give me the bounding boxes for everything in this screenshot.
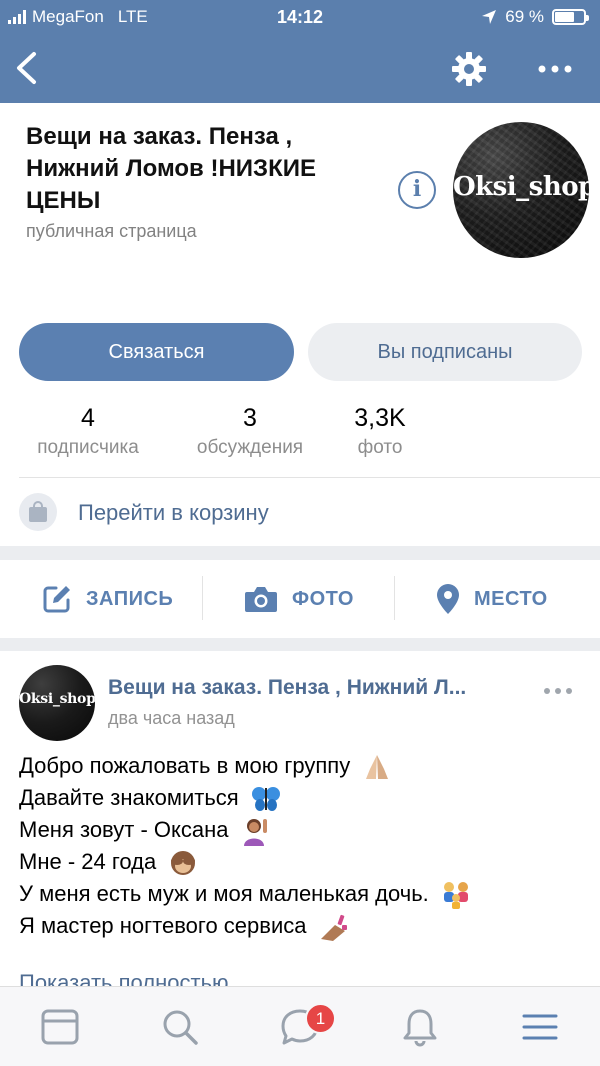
action-label: ФОТО: [292, 587, 354, 610]
community-type: публичная страница: [26, 221, 197, 241]
post-line: Меня зовут - Оксана: [19, 814, 579, 847]
contact-button[interactable]: Связаться: [19, 323, 294, 381]
location-arrow-icon: [482, 10, 497, 24]
counter-label: фото: [357, 437, 403, 458]
post-line-text: У меня есть муж и моя маленькая дочь.: [19, 881, 429, 907]
shopping-bag-icon: [29, 501, 47, 522]
battery-icon: [552, 9, 589, 25]
gear-icon[interactable]: [448, 48, 490, 90]
divider: [202, 576, 203, 620]
section-gap: [0, 546, 600, 560]
info-icon[interactable]: i: [398, 171, 436, 209]
subscribed-button[interactable]: Вы подписаны: [308, 323, 582, 381]
new-post-button[interactable]: ЗАПИСЬ: [42, 560, 173, 638]
add-place-button[interactable]: МЕСТО: [436, 560, 548, 638]
community-avatar[interactable]: Oksi_shop: [453, 122, 589, 258]
divider: [19, 477, 600, 478]
notifications-icon[interactable]: [398, 1005, 442, 1049]
post-author-name[interactable]: Вещи на заказ. Пенза , Нижний Л...: [108, 676, 528, 700]
top-header: MegaFon LTE 14:12 69 %: [0, 0, 600, 103]
action-label: МЕСТО: [474, 587, 548, 610]
post-line: Добро пожаловать в мою группу: [19, 750, 579, 782]
counter-subscribers[interactable]: 4 подписчика: [24, 403, 152, 463]
add-photo-button[interactable]: ФОТО: [244, 560, 354, 638]
tab-bar: [0, 986, 600, 1066]
counter-value: 3: [243, 404, 257, 432]
post-text: Добро пожаловать в мою группу Давайте зн…: [19, 750, 579, 943]
cart-label: Перейти в корзину: [78, 500, 269, 525]
battery-fill: [555, 12, 575, 22]
counter-label: обсуждения: [196, 437, 304, 458]
nav-bar: [0, 34, 600, 103]
action-label: ЗАПИСЬ: [86, 587, 174, 610]
camera-icon: [245, 587, 277, 612]
post-author-avatar[interactable]: Oksi_shop: [19, 665, 95, 741]
divider: [394, 576, 395, 620]
battery-percent: 69 %: [505, 7, 544, 26]
counter-value: 3,3K: [354, 404, 406, 432]
more-horizontal-icon[interactable]: [532, 48, 578, 90]
status-bar: MegaFon LTE 14:12 69 %: [0, 0, 600, 34]
post-line-text: Мне - 24 года: [19, 849, 157, 875]
edit-icon: [43, 586, 70, 613]
woman-raising-hand-icon: [243, 819, 267, 847]
post-actions-bar: ЗАПИСЬ ФОТО МЕСТО: [0, 560, 600, 638]
post-line: У меня есть муж и моя маленькая дочь.: [19, 878, 579, 910]
avatar-logo-text: Oksi_shop: [453, 172, 589, 202]
post-line-text: Меня зовут - Оксана: [19, 817, 229, 842]
chevron-left-icon[interactable]: [8, 46, 48, 90]
post-line: Я мастер ногтевого сервиса: [19, 910, 579, 942]
post-line-text: Я мастер ногтевого сервиса: [19, 913, 307, 939]
more-horizontal-icon[interactable]: [542, 682, 574, 700]
news-icon[interactable]: [38, 1005, 82, 1049]
post-line: Давайте знакомиться: [19, 782, 579, 814]
family-icon: [443, 882, 468, 910]
counter-discussions[interactable]: 3 обсуждения: [183, 403, 317, 463]
battery-group: 69 %: [481, 7, 589, 27]
counter-value: 4: [81, 404, 95, 432]
counter-label: подписчика: [37, 437, 139, 458]
see-no-evil-monkey-icon: [171, 851, 196, 876]
menu-icon[interactable]: [518, 1005, 562, 1049]
messages-badge: 1: [305, 1003, 336, 1034]
counter-photos[interactable]: 3,3K фото: [346, 403, 414, 463]
post-line: Мне - 24 года: [19, 846, 579, 878]
post-line-text: Добро пожаловать в мою группу: [19, 753, 351, 778]
location-pin-icon: [437, 584, 459, 614]
search-icon[interactable]: [158, 1005, 202, 1049]
community-title: Вещи на заказ. Пенза , Нижний Ломов !НИЗ…: [26, 123, 316, 214]
post-timestamp: два часа назад: [108, 708, 235, 728]
nail-polish-icon: [320, 914, 347, 941]
avatar-logo-text: Oksi_shop: [19, 691, 95, 707]
section-gap: [0, 638, 600, 651]
post-line-text: Давайте знакомиться: [19, 785, 239, 810]
folded-hands-icon: [366, 755, 389, 780]
butterfly-icon: [251, 787, 280, 812]
go-to-cart-link[interactable]: Перейти в корзину: [0, 480, 600, 546]
